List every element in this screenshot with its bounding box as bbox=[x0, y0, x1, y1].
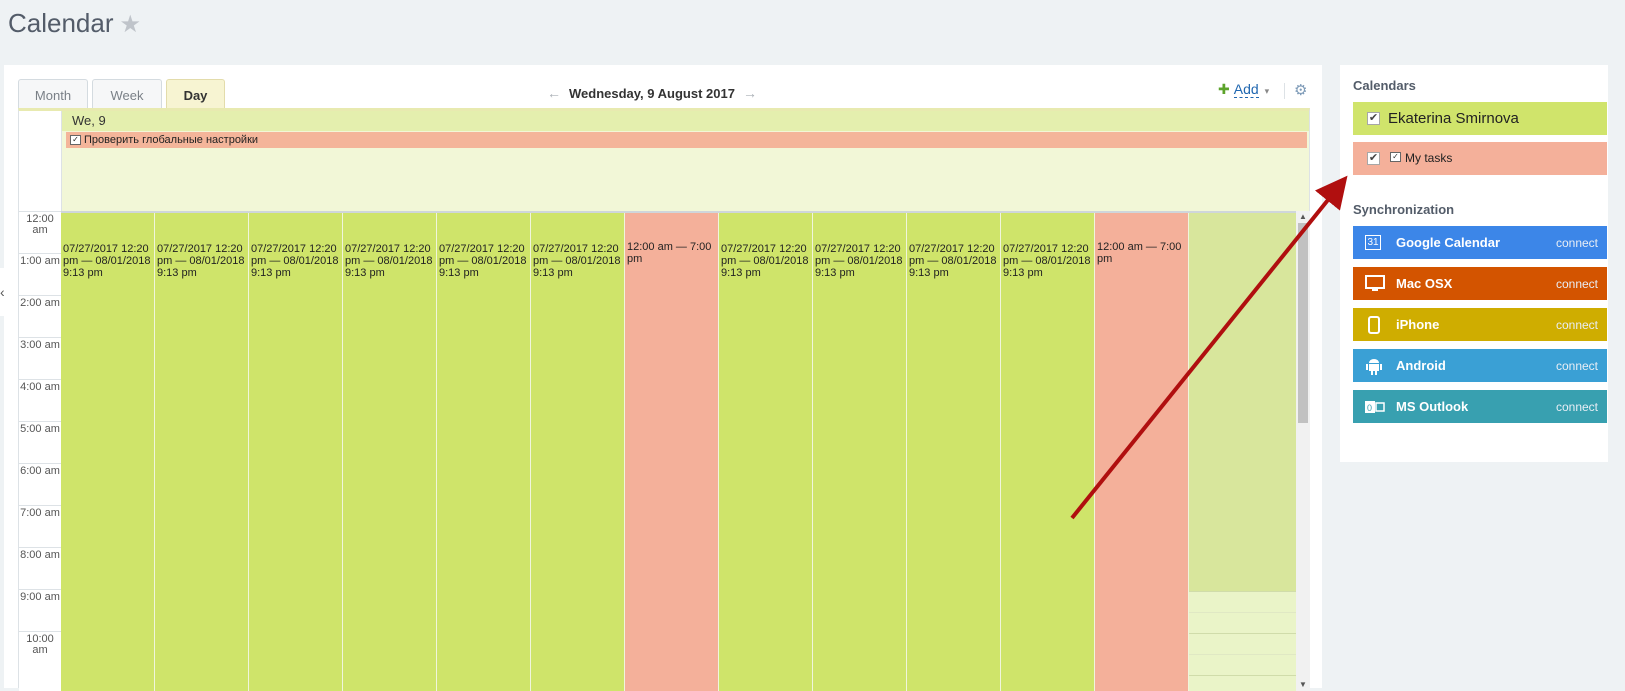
calendar-event[interactable]: 07/27/2017 12:20 pm — 08/01/2018 9:13 pm bbox=[249, 213, 343, 691]
sync-title: Synchronization bbox=[1353, 202, 1455, 217]
all-day-task-event[interactable]: ✓ Проверить глобальные настройки bbox=[66, 132, 1307, 148]
favorite-star-icon[interactable]: ★ bbox=[120, 11, 142, 38]
calendar-item-my-tasks[interactable]: ✔ ✓ My tasks bbox=[1353, 142, 1607, 175]
time-label: 10:00 am bbox=[26, 633, 54, 656]
calendar-event[interactable]: 07/27/2017 12:20 pm — 08/01/2018 9:13 pm bbox=[155, 213, 249, 691]
calendar-event[interactable]: 07/27/2017 12:20 pm — 08/01/2018 9:13 pm bbox=[531, 213, 625, 691]
hour-line bbox=[19, 379, 61, 380]
calendar-checkbox[interactable]: ✔ bbox=[1367, 112, 1380, 125]
hour-line bbox=[19, 253, 61, 254]
hour-line bbox=[19, 337, 61, 338]
calendar-event[interactable]: 12:00 am — 7:00 pm bbox=[625, 213, 719, 691]
sync-mac-osx[interactable]: Mac OSX connect bbox=[1353, 267, 1607, 300]
monitor-icon bbox=[1365, 275, 1385, 293]
tab-month[interactable]: Month bbox=[18, 79, 88, 109]
svg-text:0: 0 bbox=[1367, 403, 1372, 413]
scroll-up-icon[interactable]: ▲ bbox=[1296, 211, 1310, 223]
connect-link[interactable]: connect bbox=[1556, 318, 1598, 332]
time-label: 7:00 am bbox=[20, 507, 60, 519]
time-label: 8:00 am bbox=[20, 549, 60, 561]
hour-line bbox=[19, 295, 61, 296]
chevron-down-icon[interactable]: ▾ bbox=[1265, 86, 1270, 96]
hour-line bbox=[19, 463, 61, 464]
time-label: 9:00 am bbox=[20, 591, 60, 603]
calendar-event[interactable]: 07/27/2017 12:20 pm — 08/01/2018 9:13 pm bbox=[719, 213, 813, 691]
calendar-main-panel: Month Week Day ← Wednesday, 9 August 2017… bbox=[4, 65, 1322, 691]
toolbar-divider bbox=[1284, 83, 1285, 99]
page-title-text: Calendar bbox=[8, 8, 114, 38]
calendar-name: Ekaterina Smirnova bbox=[1388, 110, 1519, 127]
all-day-task-label: Проверить глобальные настройки bbox=[84, 134, 259, 146]
task-icon: ✓ bbox=[1390, 152, 1401, 162]
sync-google-calendar[interactable]: 31 Google Calendar connect bbox=[1353, 226, 1607, 259]
page-title: Calendar ★ bbox=[8, 8, 141, 39]
vertical-scrollbar[interactable]: ▲ ▼ bbox=[1296, 211, 1310, 691]
outlook-icon: 0 bbox=[1365, 398, 1385, 416]
calendar-event[interactable]: 07/27/2017 12:20 pm — 08/01/2018 9:13 pm bbox=[1001, 213, 1095, 691]
calendar-event[interactable]: 07/27/2017 12:20 pm — 08/01/2018 9:13 pm bbox=[61, 213, 155, 691]
current-date: Wednesday, 9 August 2017 bbox=[569, 86, 735, 101]
calendar-event[interactable]: 07/27/2017 12:20 pm — 08/01/2018 9:13 pm bbox=[343, 213, 437, 691]
connect-link[interactable]: connect bbox=[1556, 400, 1598, 414]
time-label: 5:00 am bbox=[20, 423, 60, 435]
time-label: 6:00 am bbox=[20, 465, 60, 477]
hour-line bbox=[19, 211, 61, 212]
time-label: 3:00 am bbox=[20, 339, 60, 351]
calendar-event[interactable]: 07/27/2017 12:20 pm — 08/01/2018 9:13 pm bbox=[437, 213, 531, 691]
scroll-down-icon[interactable]: ▼ bbox=[1296, 679, 1310, 691]
hour-line bbox=[19, 547, 61, 548]
prev-day-button[interactable]: ← bbox=[547, 85, 561, 101]
sync-name: Mac OSX bbox=[1396, 276, 1453, 291]
all-day-section: We, 9 ✓ Проверить глобальные настройки bbox=[61, 111, 1310, 211]
next-day-button[interactable]: → bbox=[743, 85, 757, 101]
hour-line bbox=[19, 589, 61, 590]
calendar-event[interactable]: 07/27/2017 12:20 pm — 08/01/2018 9:13 pm bbox=[907, 213, 1001, 691]
free-time-area[interactable] bbox=[1189, 213, 1296, 591]
hour-line bbox=[19, 421, 61, 422]
calendar-checkbox[interactable]: ✔ bbox=[1367, 152, 1380, 165]
android-icon bbox=[1365, 357, 1383, 375]
sync-ms-outlook[interactable]: 0 MS Outlook connect bbox=[1353, 390, 1607, 423]
connect-link[interactable]: connect bbox=[1556, 359, 1598, 373]
phone-icon bbox=[1365, 316, 1383, 334]
hour-line bbox=[19, 505, 61, 506]
sync-iphone[interactable]: iPhone connect bbox=[1353, 308, 1607, 341]
calendar-icon: 31 bbox=[1365, 235, 1381, 250]
calendar-name: My tasks bbox=[1405, 151, 1453, 165]
hour-line bbox=[19, 631, 61, 632]
sync-name: Android bbox=[1396, 358, 1446, 373]
time-label: 1:00 am bbox=[20, 255, 60, 267]
sidebar: Calendars ✔ Ekaterina Smirnova ✔ ✓ My ta… bbox=[1340, 65, 1608, 462]
sync-name: iPhone bbox=[1396, 317, 1440, 332]
add-button[interactable]: ✚ Add ▾ bbox=[1218, 81, 1269, 98]
connect-link[interactable]: connect bbox=[1556, 236, 1598, 250]
time-label: 12:00 am bbox=[26, 213, 54, 236]
plus-icon: ✚ bbox=[1218, 81, 1230, 97]
calendar-event[interactable]: 12:00 am — 7:00 pm bbox=[1095, 213, 1189, 691]
date-navigator: ← Wednesday, 9 August 2017 → bbox=[539, 85, 765, 101]
connect-link[interactable]: connect bbox=[1556, 277, 1598, 291]
gear-icon[interactable]: ⚙ bbox=[1294, 81, 1307, 99]
task-icon: ✓ bbox=[70, 135, 81, 145]
calendar-event[interactable]: 07/27/2017 12:20 pm — 08/01/2018 9:13 pm bbox=[813, 213, 907, 691]
calendar-item-ekaterina[interactable]: ✔ Ekaterina Smirnova bbox=[1353, 102, 1607, 135]
sync-name: MS Outlook bbox=[1396, 399, 1469, 414]
time-label: 2:00 am bbox=[20, 297, 60, 309]
sync-android[interactable]: Android connect bbox=[1353, 349, 1607, 382]
scroll-thumb[interactable] bbox=[1298, 223, 1308, 423]
time-column: 12:00 am 1:00 am 2:00 am 3:00 am 4:00 am 5:00… bbox=[19, 211, 61, 691]
add-button-label: Add bbox=[1233, 81, 1259, 98]
time-grid-body: 07/27/2017 12:20 pm — 08/01/2018 9:13 pm… bbox=[61, 211, 1296, 691]
calendars-title: Calendars bbox=[1353, 78, 1416, 93]
sync-name: Google Calendar bbox=[1396, 235, 1501, 250]
time-label: 4:00 am bbox=[20, 381, 60, 393]
day-grid: We, 9 ✓ Проверить глобальные настройки 1… bbox=[18, 108, 1310, 691]
day-header: We, 9 bbox=[62, 111, 1309, 131]
tab-week[interactable]: Week bbox=[92, 79, 162, 109]
tab-day[interactable]: Day bbox=[166, 79, 225, 110]
